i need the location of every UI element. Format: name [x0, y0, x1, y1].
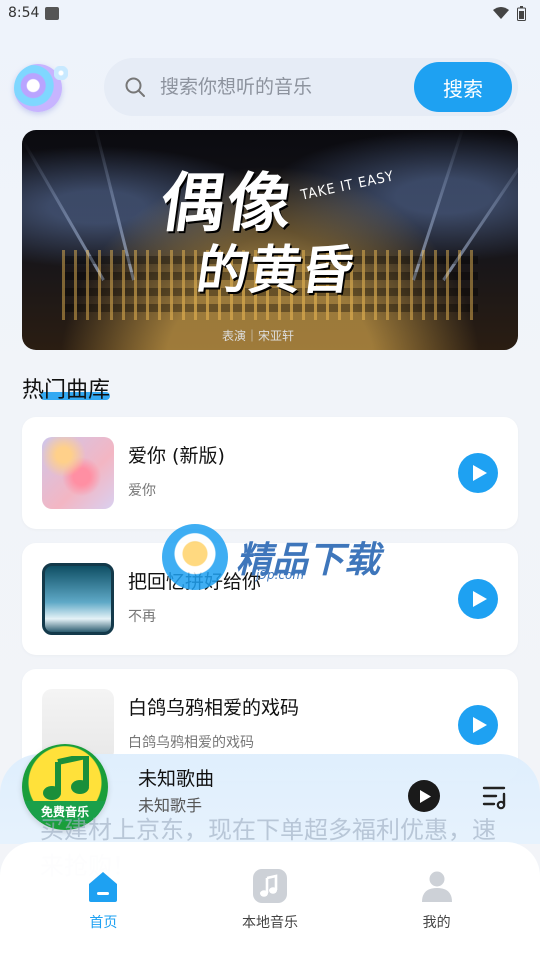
status-left: 8:54: [8, 5, 60, 21]
notification-icon: [45, 6, 60, 20]
play-icon: [419, 789, 431, 803]
song-title: 白鸽乌鸦相爱的戏码: [128, 697, 300, 719]
music-note-icon: [252, 869, 287, 903]
mini-player-play-button[interactable]: [408, 780, 440, 812]
album-cover: [42, 437, 114, 509]
bottom-nav: 首页 本地音乐 我的: [0, 842, 540, 960]
search-bar[interactable]: 搜索: [104, 58, 518, 116]
nav-item-home[interactable]: 首页: [43, 842, 163, 960]
nav-item-profile[interactable]: 我的: [377, 842, 497, 960]
song-title: 爱你 (新版): [128, 445, 225, 467]
watermark: 精品下载 j9p.com: [162, 524, 380, 590]
banner-title-line2: 的黄昏: [193, 240, 358, 301]
nav-label-home: 首页: [89, 915, 118, 931]
app-logo: [14, 64, 68, 112]
banner-carousel[interactable]: 偶像 的黄昏 TAKE IT EASY 表演｜宋亚轩: [22, 130, 518, 350]
section-title: 热门曲库: [22, 378, 111, 403]
song-artist: 白鸽乌鸦相爱的戏码: [128, 735, 254, 751]
banner-subtitle: TAKE IT EASY: [299, 168, 396, 204]
wifi-icon: [493, 7, 509, 19]
now-playing-title: 未知歌曲: [138, 768, 215, 790]
play-icon: [472, 465, 487, 481]
play-button[interactable]: [458, 705, 498, 745]
play-button[interactable]: [458, 453, 498, 493]
nav-label-local-music: 本地音乐: [241, 915, 298, 931]
song-card[interactable]: 爱你 (新版) 爱你: [22, 417, 518, 529]
play-button[interactable]: [458, 579, 498, 619]
battery-icon: [517, 5, 526, 21]
search-button[interactable]: 搜索: [414, 62, 512, 112]
playlist-icon[interactable]: [482, 784, 510, 810]
nav-item-local-music[interactable]: 本地音乐: [210, 842, 330, 960]
song-artist: 爱你: [128, 483, 156, 499]
status-right: [493, 5, 526, 21]
album-cover: [42, 563, 114, 635]
watermark-url: j9p.com: [256, 568, 305, 582]
watermark-logo: [162, 524, 228, 590]
user-icon: [421, 871, 452, 902]
play-icon: [472, 717, 487, 733]
status-bar: 8:54: [0, 0, 540, 26]
song-artist: 不再: [128, 609, 156, 625]
banner-credit: 表演｜宋亚轩: [222, 329, 295, 343]
play-icon: [472, 591, 487, 607]
home-icon: [89, 872, 118, 902]
nav-label-profile: 我的: [422, 915, 451, 931]
search-icon: [125, 77, 145, 97]
music-note-icon: [43, 756, 89, 800]
status-time: 8:54: [8, 5, 40, 21]
